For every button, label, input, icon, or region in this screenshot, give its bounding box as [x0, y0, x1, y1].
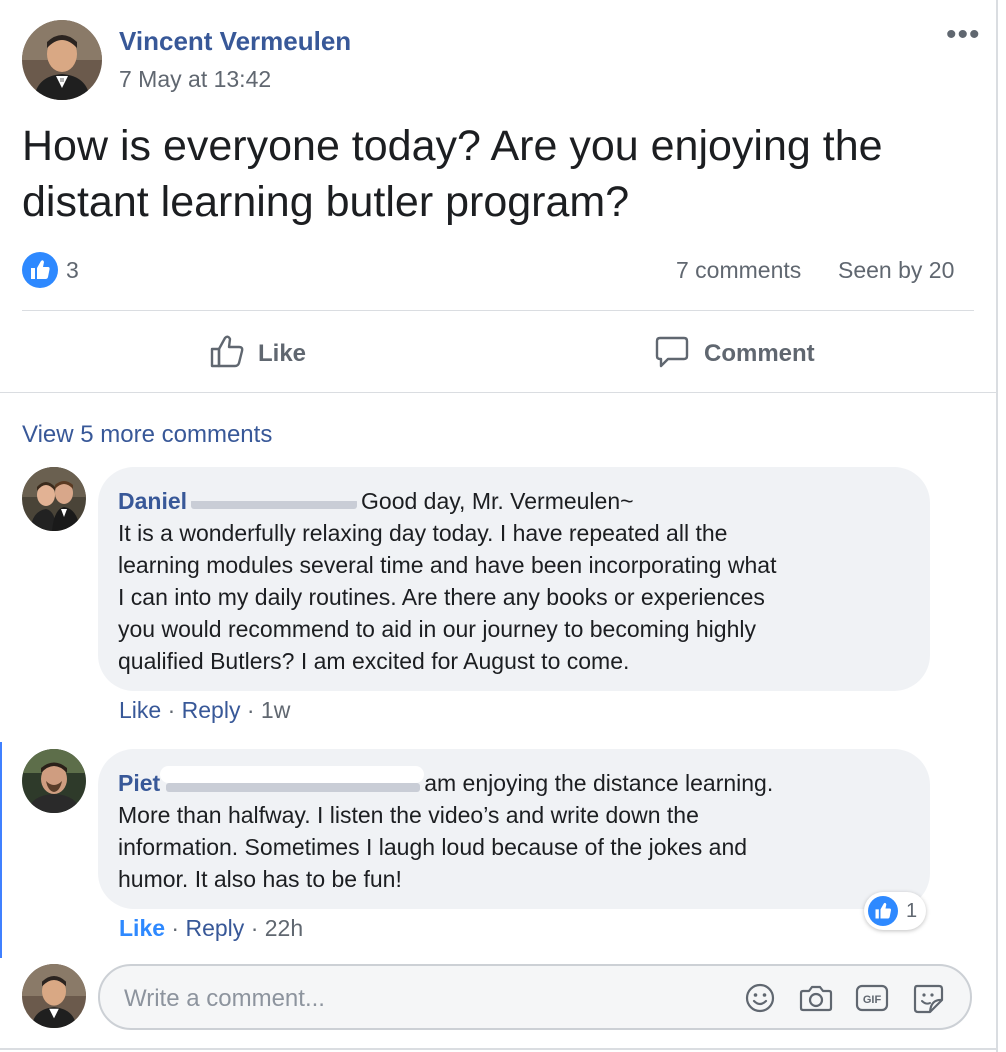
like-reaction-icon — [868, 896, 898, 926]
reaction-count: 1 — [906, 900, 918, 922]
comments-count[interactable]: 7 comments — [676, 257, 801, 284]
separator: · — [167, 697, 176, 723]
comment-line: More than halfway. I listen the video’s … — [118, 802, 699, 828]
commenter-avatar[interactable] — [22, 467, 86, 531]
comment-button-label: Comment — [704, 340, 815, 367]
comment-line: you would recommend to aid in our journe… — [118, 616, 756, 642]
comment-line: information. Sometimes I laugh loud beca… — [118, 834, 748, 860]
post-timestamp[interactable]: 7 May at 13:42 — [119, 66, 271, 93]
sticker-icon[interactable] — [911, 982, 945, 1019]
comment-bubble: Daniel Good day, Mr. Vermeulen~ It is a … — [98, 467, 930, 691]
commenter-avatar[interactable] — [22, 749, 86, 813]
svg-text:GIF: GIF — [863, 994, 882, 1006]
comment-content: Piet am enjoying the distance learning. … — [118, 766, 918, 895]
comment-time[interactable]: 1w — [261, 697, 290, 723]
comment-reply-link[interactable]: Reply — [182, 697, 241, 723]
divider — [22, 310, 974, 311]
card-border — [996, 0, 998, 1052]
separator: · — [171, 915, 180, 941]
more-options-button[interactable]: ••• — [946, 18, 981, 52]
commenter-name[interactable]: Daniel — [118, 488, 187, 514]
comment-line: learning modules several time and have b… — [118, 552, 777, 578]
comment-like-link[interactable]: Like — [119, 915, 165, 941]
comment-first-line: Good day, Mr. Vermeulen~ — [361, 488, 634, 514]
divider — [0, 392, 996, 393]
comment-button[interactable]: Comment — [654, 334, 815, 374]
current-user-avatar[interactable] — [22, 964, 86, 1028]
comment-line: humor. It also has to be fun! — [118, 866, 402, 892]
separator: · — [250, 915, 259, 941]
comment-input-placeholder: Write a comment... — [124, 985, 325, 1012]
gif-icon[interactable]: GIF — [855, 982, 889, 1019]
comment-content: Daniel Good day, Mr. Vermeulen~ It is a … — [118, 485, 918, 677]
commenter-name[interactable]: Piet — [118, 770, 160, 796]
thumbs-up-icon — [208, 333, 246, 376]
redacted-surname — [187, 488, 362, 512]
speech-bubble-icon — [654, 334, 690, 375]
comment-line: I can into my daily routines. Are there … — [118, 584, 765, 610]
like-count[interactable]: 3 — [66, 257, 79, 284]
comment-bubble: Piet am enjoying the distance learning. … — [98, 749, 930, 909]
author-avatar[interactable] — [22, 20, 102, 100]
comment-actions: Like · Reply · 1w — [119, 697, 290, 724]
post-text: How is everyone today? Are you enjoying … — [22, 122, 883, 226]
highlight-thread-line — [0, 742, 2, 958]
emoji-icon[interactable] — [744, 982, 776, 1019]
comment-first-line: am enjoying the distance learning. — [424, 770, 774, 796]
comment-like-link[interactable]: Like — [119, 697, 161, 723]
author-name[interactable]: Vincent Vermeulen — [119, 26, 351, 57]
seen-by-count[interactable]: Seen by 20 — [838, 257, 954, 284]
like-button-label: Like — [258, 340, 307, 367]
comment-actions: Like · Reply · 22h — [119, 915, 303, 942]
like-button[interactable]: Like — [208, 334, 306, 374]
comment-reply-link[interactable]: Reply — [185, 915, 244, 941]
separator: · — [246, 697, 255, 723]
comment-line: qualified Butlers? I am excited for Augu… — [118, 648, 630, 674]
redacted-surname — [160, 766, 425, 794]
comment-line: It is a wonderfully relaxing day today. … — [118, 520, 728, 546]
card-border — [0, 1048, 998, 1050]
camera-icon[interactable] — [799, 982, 833, 1019]
comment-time[interactable]: 22h — [265, 915, 303, 941]
like-reaction-icon[interactable] — [22, 252, 58, 288]
comment-reaction-badge[interactable]: 1 — [864, 892, 926, 930]
view-more-comments-link[interactable]: View 5 more comments — [22, 421, 272, 449]
